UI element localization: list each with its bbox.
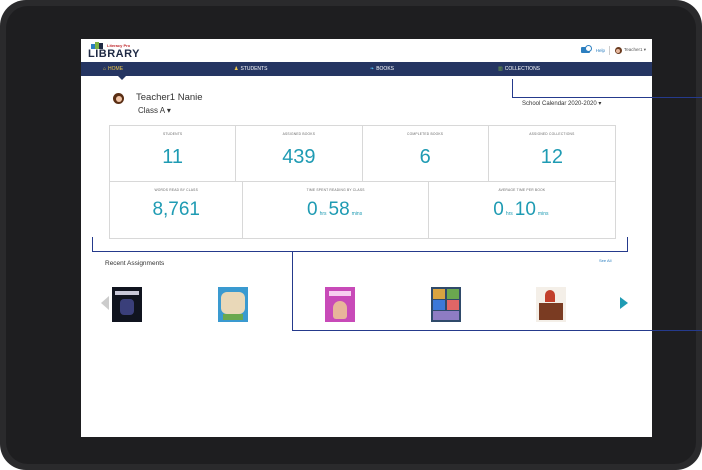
carousel-next-icon[interactable] [620,297,628,309]
stat-label: ASSIGNED BOOKS [282,132,316,136]
book-icon: ❧ [370,66,375,72]
minutes-value: 10 [514,199,536,220]
header-utilities: Help Teacher1 ▾ [580,44,646,56]
stat-assigned-collections[interactable]: ASSIGNED COLLECTIONS 12 [489,126,615,181]
nav-collections[interactable]: ▥ COLLECTIONS [498,62,540,76]
messages-icon[interactable] [580,45,592,53]
minutes-unit: mins [351,211,363,217]
user-menu[interactable]: Teacher1 ▾ [624,47,646,53]
nav-home[interactable]: ⌂ HOME [103,62,123,76]
nav-books[interactable]: ❧ BOOKS [370,62,394,76]
main-nav: ⌂ HOME ♟ STUDENTS ❧ BOOKS ▥ COLLECTIONS [81,62,652,76]
minutes-unit: mins [537,211,549,217]
book-cover-1[interactable] [112,287,142,322]
user-avatar-icon[interactable] [614,46,622,54]
library-logo[interactable]: Literacy Pro LIBRARY [87,42,147,62]
collections-icon: ▥ [498,66,503,72]
nav-students[interactable]: ♟ STUDENTS [234,62,267,76]
stat-words-read[interactable]: WORDS READ BY CLASS 8,761 [110,182,244,238]
logo-text: LIBRARY [88,48,140,60]
home-icon: ⌂ [103,66,107,72]
nav-books-label: BOOKS [376,66,394,72]
book-cover-2[interactable] [218,287,248,322]
callout-bracket [627,237,628,251]
nav-students-label: STUDENTS [240,66,268,72]
stat-avg-time[interactable]: AVERAGE TIME PER BOOK 0 hrs 10 mins [429,182,615,238]
stat-label: STUDENTS [162,132,183,136]
nav-home-label: HOME [108,66,124,72]
stat-students[interactable]: STUDENTS 11 [110,126,237,181]
callout-line [292,330,702,331]
callout-bracket [92,237,93,251]
stat-value: 439 [282,146,316,168]
teacher-name: Teacher1 Nanie [136,92,203,103]
nav-collections-label: COLLECTIONS [504,66,541,72]
callout-line [512,97,702,98]
stats-panel: STUDENTS 11 ASSIGNED BOOKS 439 COMPLETED… [109,125,616,239]
active-tab-indicator [118,76,126,80]
callout-line [512,79,513,97]
divider [608,45,610,55]
stat-completed-books[interactable]: COMPLETED BOOKS 6 [363,126,489,181]
app-screen: Literacy Pro LIBRARY Help Teacher1 ▾ ⌂ H… [81,39,652,437]
stat-label: TIME SPENT READING BY CLASS [306,188,365,192]
hours-value: 0 [493,199,504,220]
stat-label: COMPLETED BOOKS [407,132,444,136]
stat-value: 0 hrs 58 mins [243,199,427,221]
hours-unit: hrs [319,211,327,217]
class-selector[interactable]: Class A ▾ [138,106,171,115]
student-icon: ♟ [234,66,239,72]
hours-value: 0 [306,199,318,220]
book-cover-4[interactable] [431,287,461,322]
stat-value: 11 [162,146,183,168]
carousel-prev-icon[interactable] [101,296,109,310]
teacher-avatar [113,93,124,104]
stat-assigned-books[interactable]: ASSIGNED BOOKS 439 [236,126,363,181]
hours-unit: hrs [505,211,513,217]
stat-time-spent[interactable]: TIME SPENT READING BY CLASS 0 hrs 58 mins [243,182,429,238]
help-link[interactable]: Help [596,48,605,53]
book-cover-3[interactable] [325,287,355,322]
see-all-link[interactable]: See All [599,258,611,263]
stat-value: 6 [419,146,431,168]
minutes-value: 58 [328,199,350,220]
stat-value: 12 [540,146,563,168]
callout-line [292,251,293,330]
stat-label: ASSIGNED COLLECTIONS [529,132,575,136]
recent-assignments-title: Recent Assignments [105,260,165,267]
stat-label: AVERAGE TIME PER BOOK [498,188,546,192]
callout-bracket [92,251,628,252]
stat-value: 0 hrs 10 mins [429,199,615,221]
book-cover-5[interactable] [536,287,566,322]
school-calendar-selector[interactable]: School Calendar 2020-2020 ▾ [522,100,601,107]
stat-value: 8,761 [152,199,200,220]
stat-label: WORDS READ BY CLASS [154,188,198,192]
